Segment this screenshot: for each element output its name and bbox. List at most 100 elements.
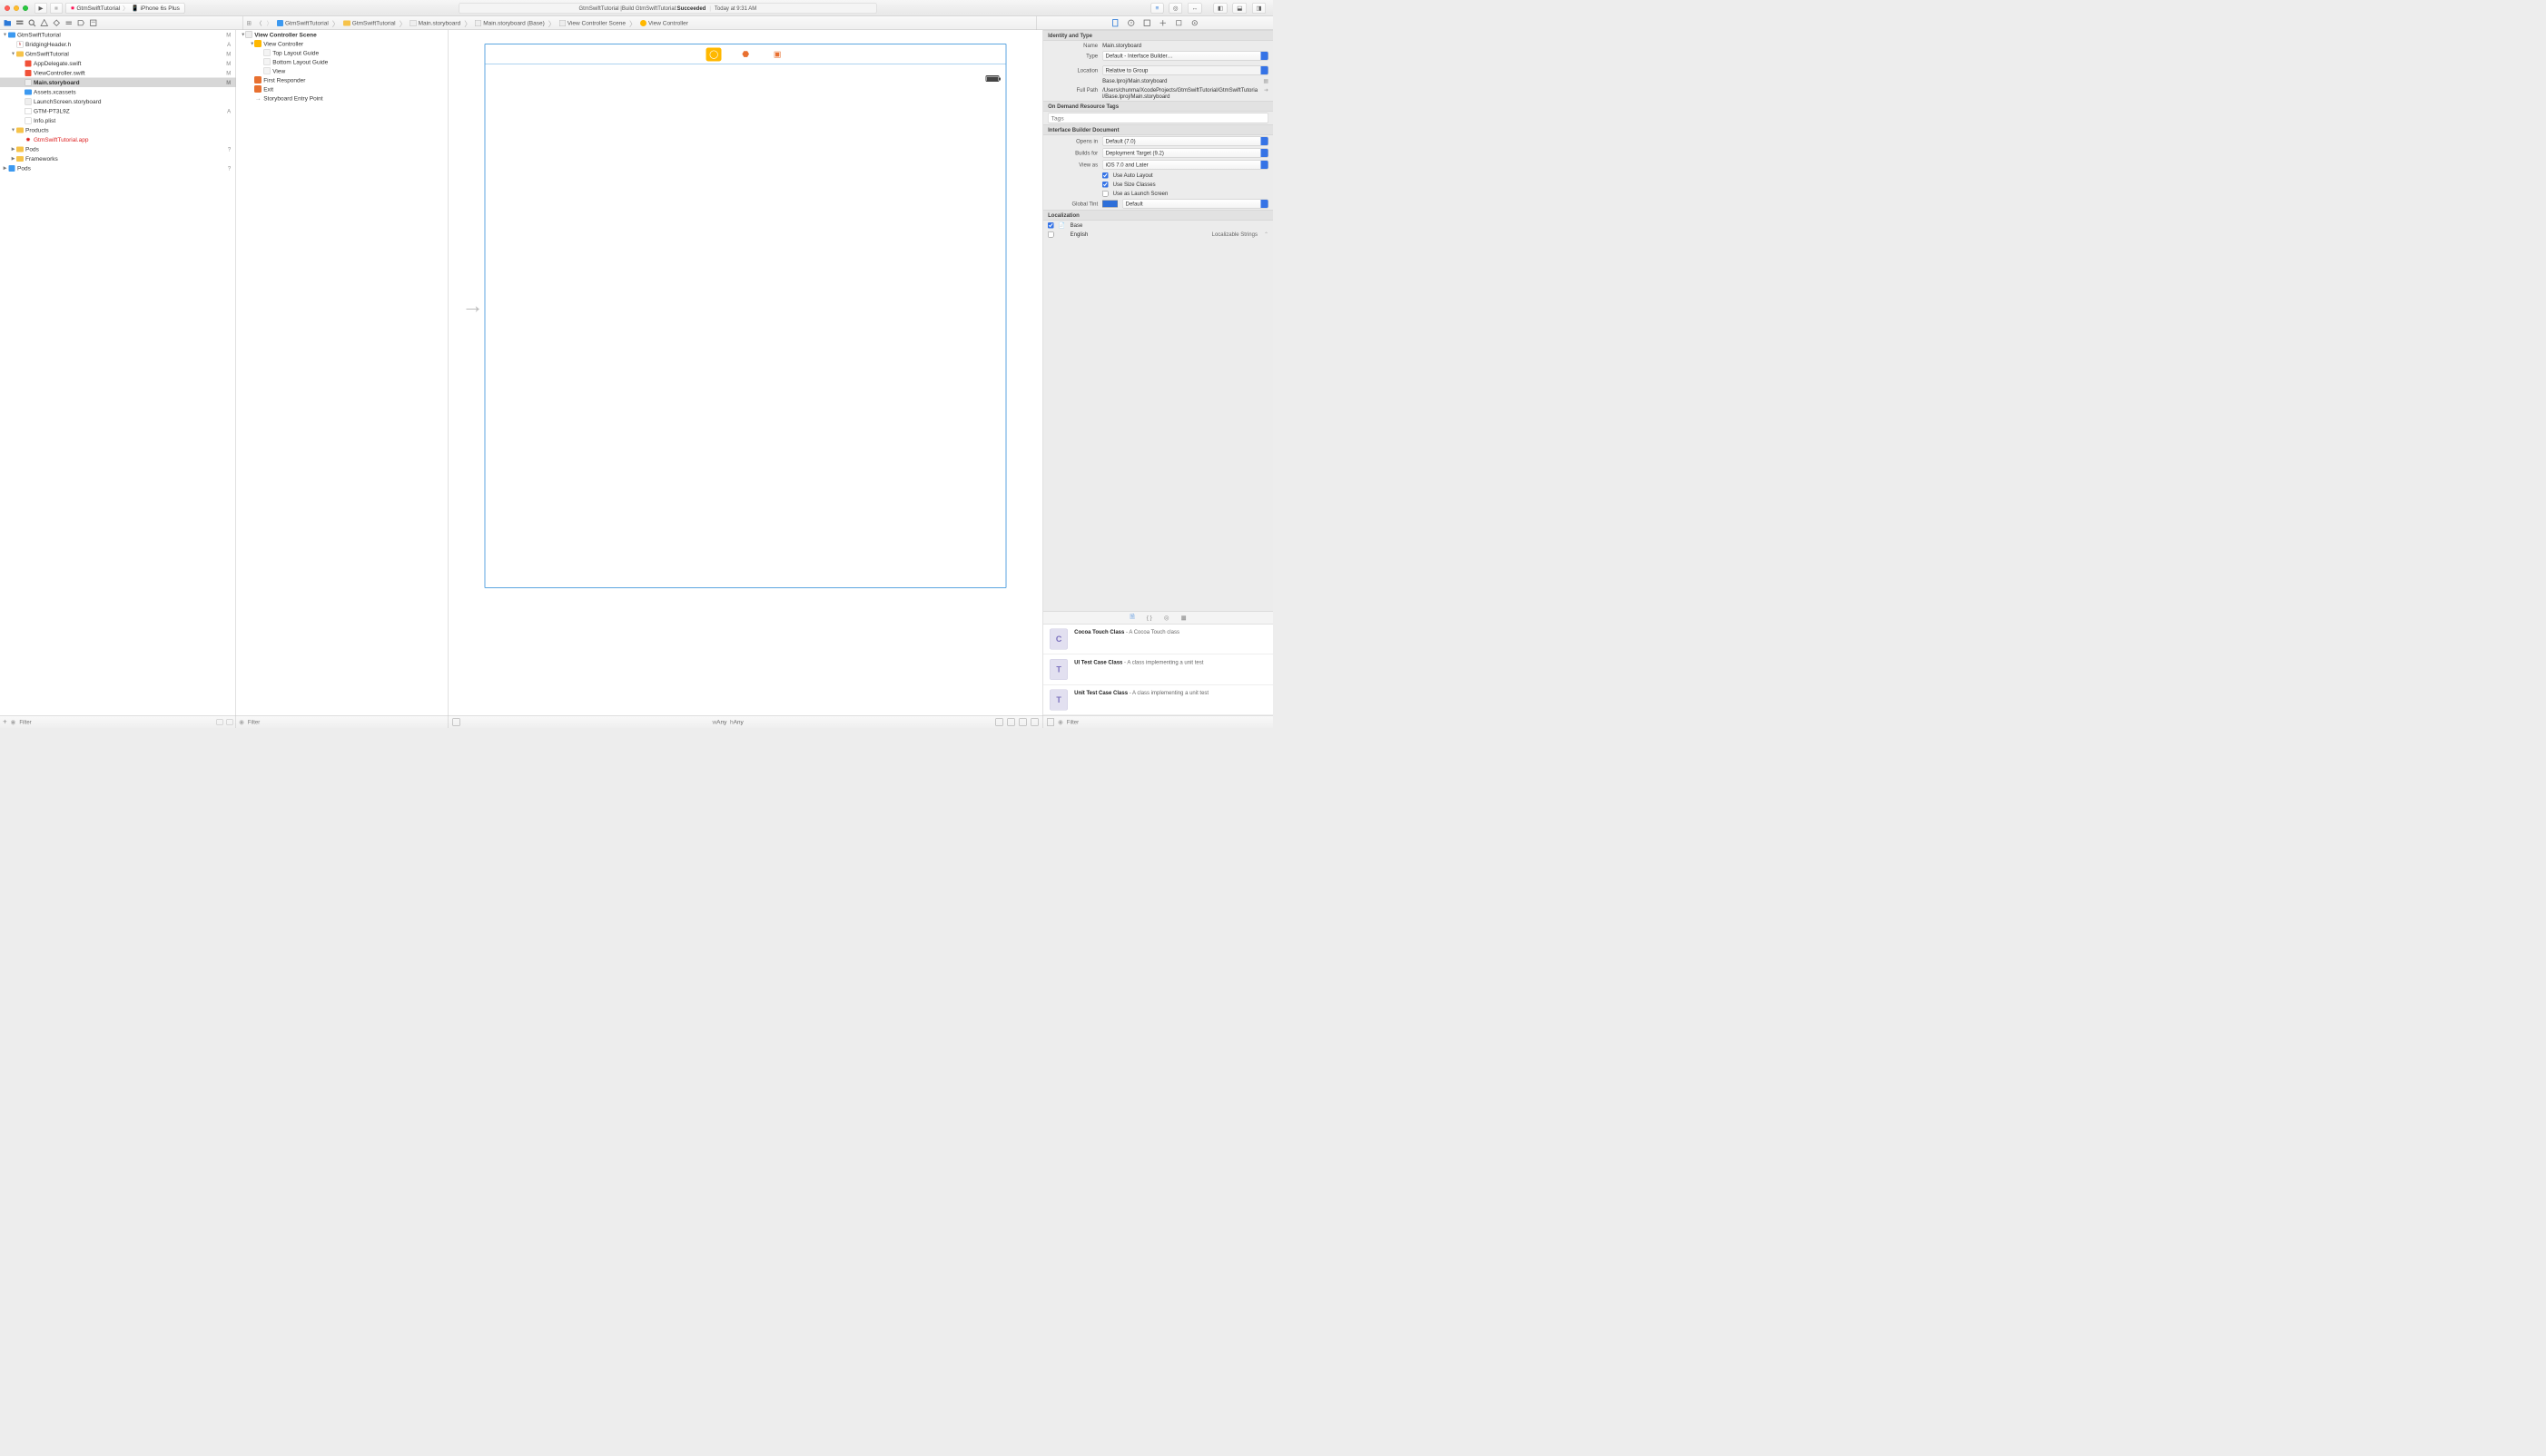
- issue-navigator-icon[interactable]: [41, 19, 49, 27]
- size-classes-checkbox[interactable]: [1102, 182, 1109, 188]
- library-item[interactable]: TUI Test Case Class - A class implementi…: [1043, 654, 1273, 685]
- interface-builder-canvas[interactable]: → ◯ ⬣ ▣ wAny hAny: [449, 30, 1044, 728]
- view-controller-frame[interactable]: ◯ ⬣ ▣: [485, 44, 1007, 588]
- breakpoint-navigator-icon[interactable]: [77, 19, 85, 27]
- reveal-in-finder-icon[interactable]: ➜: [1264, 87, 1268, 93]
- outline-filter[interactable]: [248, 719, 445, 725]
- scheme-selector[interactable]: ✸ GtmSwiftTutorial 〉 📱 iPhone 6s Plus: [65, 3, 184, 14]
- exit-chip[interactable]: ▣: [770, 47, 785, 61]
- close-window[interactable]: [5, 5, 10, 11]
- outline-row[interactable]: First Responder: [236, 75, 448, 84]
- toggle-outline-button[interactable]: [453, 718, 460, 725]
- filter-icon[interactable]: [227, 719, 233, 725]
- library-grid-icon[interactable]: [1047, 718, 1054, 725]
- tint-swatch[interactable]: [1102, 201, 1118, 208]
- nav-row[interactable]: ▶Frameworks: [0, 154, 236, 164]
- version-editor-button[interactable]: ↔: [1188, 3, 1202, 14]
- tags-field[interactable]: [1048, 113, 1268, 123]
- navigator-filter[interactable]: [19, 719, 212, 725]
- nav-row[interactable]: Assets.xcassets: [0, 87, 236, 97]
- outline-row[interactable]: Bottom Layout Guide: [236, 57, 448, 66]
- builds-for-select[interactable]: Deployment Target (9.2): [1102, 149, 1268, 158]
- nav-forward[interactable]: 〉: [266, 19, 272, 28]
- localization-section-header: Localization: [1043, 210, 1273, 221]
- tint-select[interactable]: Default: [1122, 200, 1268, 209]
- nav-back[interactable]: 〈: [256, 19, 262, 28]
- minimize-window[interactable]: [14, 5, 19, 11]
- outline-row[interactable]: View: [236, 66, 448, 75]
- view-as-select[interactable]: iOS 7.0 and Later: [1102, 161, 1268, 170]
- library-item[interactable]: CCocoa Touch Class - A Cocoa Touch class: [1043, 625, 1273, 655]
- connections-inspector-tab[interactable]: [1191, 19, 1199, 27]
- opens-in-select[interactable]: Default (7.0): [1102, 137, 1268, 146]
- outline-row[interactable]: Top Layout Guide: [236, 48, 448, 57]
- outline-row[interactable]: ▼View Controller: [236, 39, 448, 48]
- library-filter[interactable]: [1067, 719, 1269, 725]
- run-button[interactable]: ▶: [35, 3, 47, 14]
- window-controls: [5, 5, 28, 11]
- outline-row[interactable]: ▼View Controller Scene: [236, 30, 448, 39]
- zoom-window[interactable]: [23, 5, 28, 11]
- nav-row[interactable]: Info.plist: [0, 116, 236, 126]
- size-class-indicator[interactable]: wAny hAny: [460, 719, 996, 726]
- launch-screen-checkbox[interactable]: [1102, 191, 1109, 197]
- nav-row[interactable]: ▶Pods?: [0, 163, 236, 173]
- file-inspector-tab[interactable]: [1111, 19, 1120, 27]
- english-localization-checkbox[interactable]: [1048, 231, 1054, 238]
- choose-location-icon[interactable]: ▦: [1263, 78, 1268, 84]
- related-items-icon[interactable]: ⊞: [247, 19, 252, 26]
- project-navigator-icon[interactable]: [4, 19, 12, 27]
- first-responder-chip[interactable]: ⬣: [738, 47, 754, 61]
- view-controller-chip[interactable]: ◯: [706, 47, 722, 61]
- breadcrumb[interactable]: GtmSwiftTutorial〉 GtmSwiftTutorial〉 Main…: [277, 17, 688, 28]
- test-navigator-icon[interactable]: [53, 19, 61, 27]
- nav-row[interactable]: GTM-PT3L9ZA: [0, 106, 236, 116]
- file-template-library-tab[interactable]: 🗎: [1130, 613, 1134, 623]
- toggle-left-panel[interactable]: ◧: [1214, 3, 1228, 14]
- identity-inspector-tab[interactable]: [1143, 19, 1151, 27]
- resizing-button[interactable]: [1031, 718, 1039, 725]
- file-type-select[interactable]: Default - Interface Builder…: [1102, 52, 1268, 61]
- nav-row[interactable]: ViewController.swiftM: [0, 68, 236, 78]
- find-navigator-icon[interactable]: [28, 19, 36, 27]
- scene-dock[interactable]: ◯ ⬣ ▣: [486, 44, 1006, 64]
- resolve-issues-button[interactable]: [1020, 718, 1027, 725]
- nav-row[interactable]: Main.storyboardM: [0, 78, 236, 88]
- align-button[interactable]: [996, 718, 1003, 725]
- toggle-bottom-panel[interactable]: ⬓: [1233, 3, 1247, 14]
- nav-row[interactable]: AppDelegate.swiftM: [0, 59, 236, 69]
- nav-row[interactable]: ▼GtmSwiftTutorialM: [0, 30, 236, 40]
- library-filter-icon[interactable]: ◉: [1058, 718, 1063, 725]
- pin-button[interactable]: [1008, 718, 1015, 725]
- add-button[interactable]: +: [3, 718, 7, 726]
- location-select[interactable]: Relative to Group: [1102, 66, 1268, 75]
- symbol-navigator-icon[interactable]: [16, 19, 25, 27]
- stop-button[interactable]: ■: [50, 3, 63, 14]
- recent-filter-icon[interactable]: ◉: [11, 718, 16, 725]
- library-item[interactable]: TUnit Test Case Class - A class implemen…: [1043, 685, 1273, 716]
- base-localization-checkbox[interactable]: [1048, 222, 1054, 229]
- outline-filter-icon[interactable]: ◉: [239, 718, 244, 725]
- quick-help-tab[interactable]: ?: [1128, 19, 1136, 27]
- code-snippet-library-tab[interactable]: { }: [1147, 615, 1152, 622]
- nav-row[interactable]: ✸GtmSwiftTutorial.app: [0, 135, 236, 145]
- standard-editor-button[interactable]: ≡: [1150, 3, 1163, 14]
- outline-row[interactable]: →Storyboard Entry Point: [236, 93, 448, 103]
- nav-row[interactable]: LaunchScreen.storyboard: [0, 97, 236, 107]
- toggle-right-panel[interactable]: ◨: [1252, 3, 1266, 14]
- outline-row[interactable]: Exit: [236, 84, 448, 93]
- report-navigator-icon[interactable]: [90, 19, 98, 27]
- location-path: Base.lproj/Main.storyboard: [1102, 78, 1258, 84]
- nav-row[interactable]: ▼Products: [0, 125, 236, 135]
- size-inspector-tab[interactable]: [1175, 19, 1183, 27]
- media-library-tab[interactable]: ▦: [1181, 614, 1187, 621]
- nav-row[interactable]: ▶Pods?: [0, 144, 236, 154]
- auto-layout-checkbox[interactable]: [1102, 172, 1109, 179]
- assistant-editor-button[interactable]: ◎: [1169, 3, 1182, 14]
- attributes-inspector-tab[interactable]: [1160, 19, 1168, 27]
- nav-row[interactable]: ▼GtmSwiftTutorialM: [0, 49, 236, 59]
- object-library-tab[interactable]: ◎: [1164, 614, 1169, 621]
- scm-filter-icon[interactable]: [217, 719, 223, 725]
- nav-row[interactable]: hBridgingHeader.hA: [0, 40, 236, 50]
- debug-navigator-icon[interactable]: [65, 19, 74, 27]
